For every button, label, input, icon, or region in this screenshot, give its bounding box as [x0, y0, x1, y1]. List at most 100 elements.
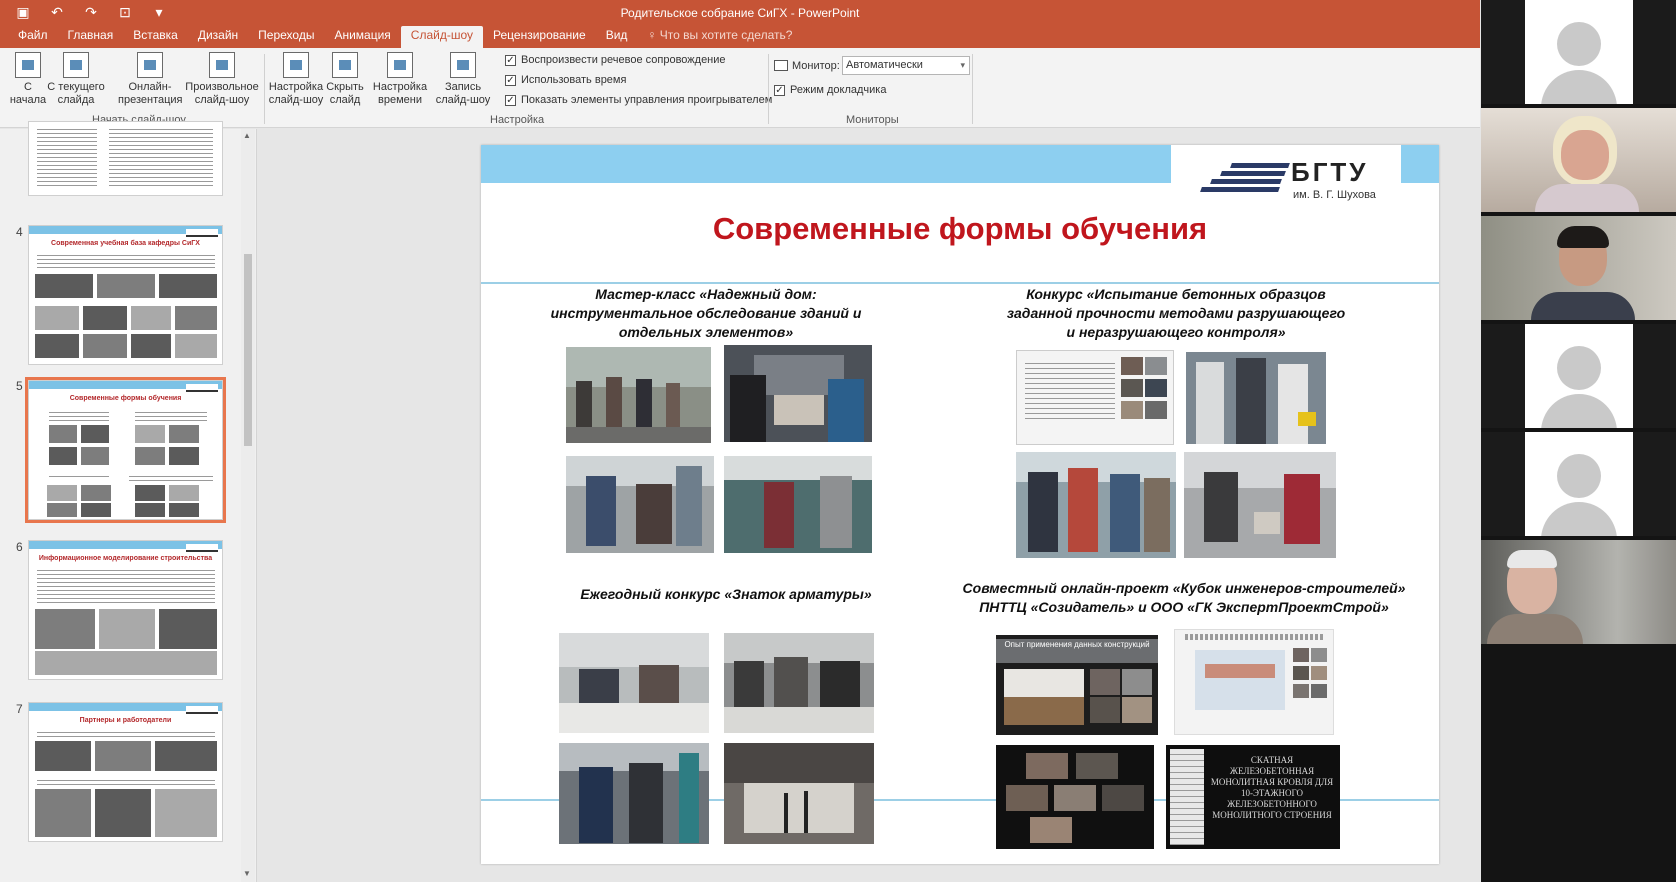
thumbnail-text: [37, 252, 215, 268]
avatar-icon: [1557, 22, 1601, 66]
window-title: Родительское собрание СиГХ - PowerPoint: [620, 6, 860, 20]
thumbnail-photo: [35, 651, 217, 675]
photo-instructor: [724, 456, 872, 553]
scroll-down-icon[interactable]: ▼: [243, 869, 251, 878]
slide-thumbnail-pane: 4 Современная учебная база кафедры СиГХ …: [0, 121, 257, 882]
video-participants-panel: [1481, 0, 1676, 882]
participant-avatar-tile[interactable]: [1481, 324, 1676, 428]
participant-video-tile[interactable]: [1481, 540, 1676, 644]
participant-video-tile[interactable]: [1481, 216, 1676, 320]
slide-number: 5: [16, 379, 23, 393]
tab-file[interactable]: Файл: [8, 26, 58, 48]
scrollbar-thumb[interactable]: [244, 254, 252, 446]
slide-thumbnail-5[interactable]: Современные формы обучения: [25, 377, 226, 523]
thumbnail-photo: [135, 485, 165, 501]
tab-design[interactable]: Дизайн: [188, 26, 248, 48]
tell-me-box[interactable]: ♀ Что вы хотите сделать?: [637, 26, 802, 48]
from-current-label: С текущего слайда: [47, 81, 105, 106]
custom-show-button[interactable]: Произвольное слайд-шоу: [184, 52, 260, 107]
online-present-button[interactable]: Онлайн-презентация: [118, 52, 183, 107]
thumbnail-photo: [35, 334, 79, 358]
participant-avatar-tile[interactable]: [1481, 0, 1676, 104]
thumbnail-photo: [95, 741, 151, 771]
group-setup-label: Настройка: [490, 114, 545, 126]
screen-roof-drawing: [1174, 629, 1334, 735]
thumbnail-photo: [99, 609, 155, 649]
use-timings-checkbox[interactable]: ✓ Использовать время: [505, 74, 626, 86]
thumbnail-scrollbar[interactable]: ▲ ▼: [241, 129, 255, 882]
tab-home[interactable]: Главная: [58, 26, 124, 48]
bgtu-logo: БГТУ им. В. Г. Шухова: [1200, 157, 1381, 203]
tab-review[interactable]: Рецензирование: [483, 26, 596, 48]
thumbnail-text: [37, 729, 215, 737]
caption-online-project: Совместный онлайн-проект «Кубок инженеро…: [962, 580, 1406, 615]
thumbnail-text: [49, 409, 109, 421]
checkbox-checked-icon: ✓: [774, 84, 785, 96]
photo-rebar-contest-1: [559, 633, 709, 733]
slide-thumbnail-4[interactable]: Современная учебная база кафедры СиГХ: [28, 225, 223, 365]
scroll-up-icon[interactable]: ▲: [243, 131, 251, 140]
thumbnail-photo: [95, 789, 151, 837]
participant-avatar-tile[interactable]: [1481, 432, 1676, 536]
presenter-view-checkbox[interactable]: ✓ Режим докладчика: [774, 84, 886, 96]
slide-canvas[interactable]: БГТУ им. В. Г. Шухова Современные формы …: [481, 145, 1439, 864]
title-bar: ▣ ↶ ↷ ⊡ ▾ Родительское собрание СиГХ - P…: [0, 0, 1480, 26]
photo-lab-students: [1186, 352, 1326, 444]
monitor-select[interactable]: Автоматически: [842, 56, 970, 75]
record-show-label: Запись слайд-шоу: [435, 81, 491, 106]
tab-slideshow[interactable]: Слайд-шоу: [400, 26, 484, 48]
slideshow-start-icon: [15, 52, 41, 78]
thumbnail-photo: [135, 503, 165, 517]
tab-transitions[interactable]: Переходы: [248, 26, 324, 48]
participant-video-tile[interactable]: [1481, 108, 1676, 212]
powerpoint-window: ▣ ↶ ↷ ⊡ ▾ Родительское собрание СиГХ - P…: [0, 0, 1480, 882]
photo-rebar-contest-3: [559, 743, 709, 844]
photo-students-outdoor: [566, 347, 711, 443]
setup-show-button[interactable]: Настройка слайд-шоу: [268, 52, 324, 107]
thumbnail-photo: [81, 503, 111, 517]
thumbnail-text: [37, 126, 97, 186]
tab-animations[interactable]: Анимация: [324, 26, 400, 48]
hide-slide-button[interactable]: Скрыть слайд: [326, 52, 364, 107]
presenter-view-label: Режим докладчика: [790, 84, 887, 96]
logo-name: БГТУ: [1291, 157, 1369, 187]
caption-master-class: Мастер-класс «Надежный дом: инструментал…: [550, 286, 862, 340]
thumbnail-text: [109, 126, 213, 186]
thumbnail-photo: [131, 334, 171, 358]
thumbnail-photo: [49, 447, 77, 465]
monitor-label: Монитор:: [792, 60, 840, 72]
thumbnail-photo: [175, 334, 217, 358]
tab-insert[interactable]: Вставка: [123, 26, 188, 48]
play-narrations-checkbox[interactable]: ✓ Воспроизвести речевое сопровождение: [505, 54, 726, 66]
thumbnail-photo: [81, 447, 109, 465]
thumbnail-photo: [47, 485, 77, 501]
tab-view[interactable]: Вид: [596, 26, 638, 48]
photo-lab-work: [566, 456, 714, 553]
use-timings-label: Использовать время: [521, 74, 627, 86]
record-show-button[interactable]: Запись слайд-шоу: [428, 52, 498, 107]
from-current-button[interactable]: С текущего слайда: [46, 52, 106, 107]
thumbnail-title: Современная учебная база кафедры СиГХ: [51, 240, 200, 247]
thumbnail-photo: [35, 789, 91, 837]
slide-thumbnail-7[interactable]: Партнеры и работодатели: [28, 702, 223, 842]
thumbnail-photo: [35, 274, 93, 298]
thumbnail-photo: [159, 609, 217, 649]
show-media-controls-checkbox[interactable]: ✓ Показать элементы управления проигрыват…: [505, 94, 772, 106]
setup-show-label: Настройка слайд-шоу: [268, 81, 324, 106]
thumbnail-photo: [155, 741, 217, 771]
ribbon-separator: [972, 54, 973, 124]
caption-rebar-contest: Ежегодный конкурс «Знаток арматуры»: [580, 586, 872, 602]
thumbnail-photo: [81, 485, 111, 501]
slide-thumbnail-6[interactable]: Информационное моделирование строительст…: [28, 540, 223, 680]
slide-thumbnail-3[interactable]: [28, 121, 223, 196]
screen-presentation: СКАТНАЯ ЖЕЛЕЗОБЕТОННАЯ МОНОЛИТНАЯ КРОВЛЯ…: [1166, 745, 1340, 849]
record-icon: [450, 52, 476, 78]
ribbon-tabs: Файл Главная Вставка Дизайн Переходы Ани…: [0, 26, 1480, 48]
thumbnail-text: [129, 473, 213, 481]
setup-show-icon: [283, 52, 309, 78]
from-start-button[interactable]: С начала: [8, 52, 48, 107]
timer-icon: [387, 52, 413, 78]
slide-title: Современные формы обучения: [712, 211, 1208, 246]
rehearse-timings-button[interactable]: Настройка времени: [372, 52, 428, 107]
thumbnail-text: [37, 567, 215, 603]
